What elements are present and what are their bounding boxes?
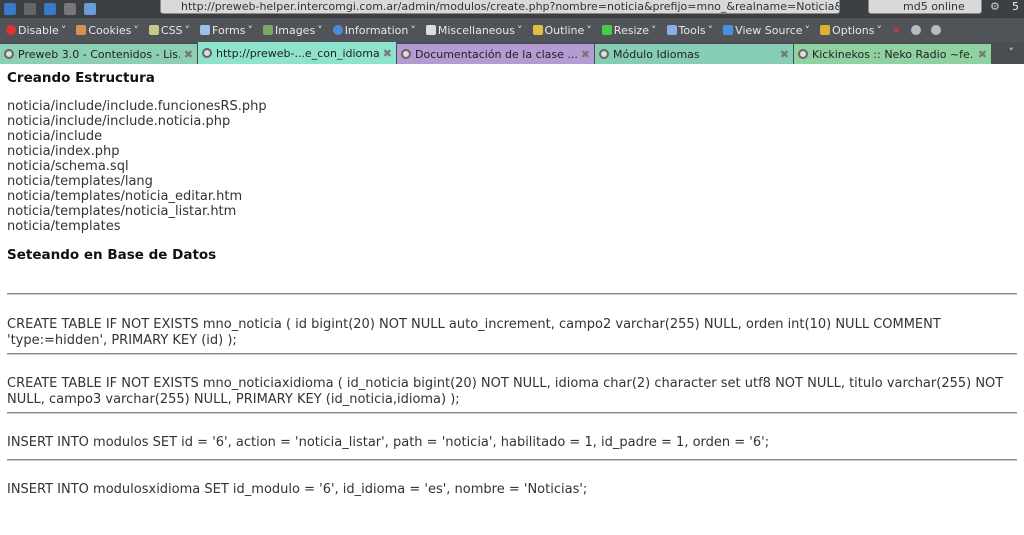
- css-icon: [148, 25, 159, 35]
- outline-icon: [532, 25, 543, 35]
- file-item: noticia/templates: [7, 219, 121, 234]
- heading-creando-estructura: Creando Estructura: [7, 70, 155, 86]
- heading-seteando-bd: Seteando en Base de Datos: [7, 247, 217, 263]
- favicon-icon: [599, 49, 609, 59]
- file-item: noticia/templates/lang: [7, 174, 153, 189]
- menu-options[interactable]: Options ˅: [820, 24, 882, 37]
- tab-preweb-contenidos[interactable]: Preweb 3.0 - Contenidos - Lis... ✖: [0, 44, 197, 64]
- favicon-icon: [4, 49, 14, 59]
- status-dot-icon: [931, 25, 942, 35]
- tab-list-chevron-icon[interactable]: ˅: [1009, 46, 1015, 59]
- tab-active[interactable]: http://preweb-...e_con_idiomas ✖: [198, 42, 396, 64]
- view-source-icon: [723, 25, 734, 35]
- gear-icon[interactable]: ⚙: [990, 0, 1000, 13]
- sql-query: INSERT INTO modulos SET id = '6', action…: [7, 435, 770, 450]
- file-item: noticia/include/include.noticia.php: [7, 114, 231, 129]
- menu-images[interactable]: Images ˅: [263, 24, 323, 37]
- sql-query: INSERT INTO modulosxidioma SET id_modulo…: [7, 482, 588, 497]
- sql-query: CREATE TABLE IF NOT EXISTS mno_noticiaxi…: [7, 376, 1004, 407]
- tab-bar: Preweb 3.0 - Contenidos - Lis... ✖ http:/…: [0, 42, 1024, 64]
- disable-icon: [6, 25, 16, 35]
- tab-close-icon[interactable]: ✖: [780, 48, 789, 61]
- file-list: noticia/include/include.funcionesRS.php …: [7, 99, 1017, 234]
- tab-close-icon[interactable]: ✖: [978, 48, 987, 61]
- back-icon[interactable]: [4, 2, 16, 15]
- reload-icon[interactable]: [44, 2, 56, 15]
- tab-kickinekos[interactable]: Kickinekos :: Neko Radio ~fe... ✖: [794, 44, 991, 64]
- menu-forms[interactable]: Forms ˅: [200, 24, 253, 37]
- favicon-icon: [798, 49, 808, 59]
- forms-icon: [200, 25, 211, 35]
- status-dot-icon: [911, 25, 922, 35]
- menu-outline[interactable]: Outline ˅: [532, 24, 592, 37]
- menu-information[interactable]: Information ˅: [332, 24, 416, 37]
- forward-icon[interactable]: [24, 2, 36, 15]
- menu-resize[interactable]: Resize ˅: [601, 24, 657, 37]
- tab-modulo-idiomas[interactable]: Módulo Idiomas ✖: [595, 44, 793, 64]
- menu-miscellaneous[interactable]: Miscellaneous ˅: [425, 24, 523, 37]
- home-icon[interactable]: [84, 2, 96, 15]
- stop-icon[interactable]: [64, 2, 76, 15]
- cookies-icon: [76, 25, 87, 35]
- miscellaneous-icon: [425, 25, 436, 35]
- search-input[interactable]: md5 online: [868, 0, 982, 14]
- menu-cookies[interactable]: Cookies ˅: [76, 24, 139, 37]
- resize-icon: [601, 25, 612, 35]
- tools-icon: [666, 25, 677, 35]
- favicon-icon: [202, 48, 212, 58]
- information-icon: [332, 25, 343, 35]
- tab-close-icon[interactable]: ✖: [581, 48, 590, 61]
- file-item: noticia/templates/noticia_editar.htm: [7, 189, 243, 204]
- menu-disable[interactable]: Disable ˅: [6, 24, 66, 37]
- badge: 5: [1012, 0, 1019, 13]
- tab-close-icon[interactable]: ✖: [184, 48, 193, 61]
- file-item: noticia/schema.sql: [7, 159, 129, 174]
- web-developer-toolbar: Disable ˅ Cookies ˅ CSS ˅ Forms ˅ Images…: [0, 17, 1024, 42]
- tab-close-icon[interactable]: ✖: [383, 47, 392, 60]
- favicon-icon: [401, 49, 411, 59]
- browser-chrome: http://preweb-helper.intercomgi.com.ar/a…: [0, 0, 1024, 64]
- file-item: noticia/include/include.funcionesRS.php: [7, 99, 267, 114]
- images-icon: [263, 25, 273, 35]
- menu-tools[interactable]: Tools ˅: [666, 24, 713, 37]
- nav-bar: http://preweb-helper.intercomgi.com.ar/a…: [0, 0, 1024, 17]
- file-item: noticia/include: [7, 129, 103, 144]
- file-item: noticia/templates/noticia_listar.htm: [7, 204, 237, 219]
- sql-query: CREATE TABLE IF NOT EXISTS mno_noticia (…: [7, 317, 941, 348]
- url-bar[interactable]: http://preweb-helper.intercomgi.com.ar/a…: [160, 0, 840, 14]
- menu-css[interactable]: CSS ˅: [148, 24, 190, 37]
- page-content: Creando Estructura noticia/include/inclu…: [0, 64, 1024, 508]
- file-item: noticia/index.php: [7, 144, 120, 159]
- options-icon: [820, 25, 831, 35]
- menu-view-source[interactable]: View Source ˅: [723, 24, 810, 37]
- close-icon[interactable]: ✕: [892, 24, 901, 37]
- tab-documentacion[interactable]: Documentación de la clase ... ✖: [397, 44, 594, 64]
